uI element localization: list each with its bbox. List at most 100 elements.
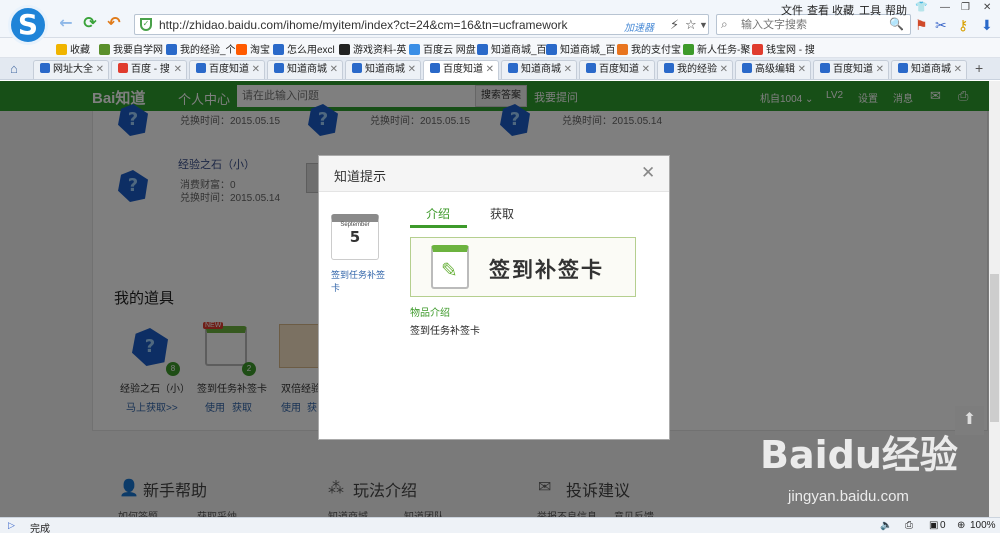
menu-file[interactable]: 文件 [781,2,803,18]
undo-icon[interactable]: ↶ [104,14,124,34]
browser-tab[interactable]: 网址大全 ✕ [33,60,109,79]
back-icon[interactable]: ← [56,14,76,34]
calendar-day: 5 [349,228,361,246]
site-icon [546,44,557,55]
bookmark-item[interactable]: 游戏资料-英 [339,41,406,56]
close-window-icon[interactable]: ✕ [983,2,991,13]
bookmark-item[interactable]: 新人任务-聚 [683,41,750,56]
calendar-icon: September 5 [331,214,379,260]
close-tab-icon[interactable]: ✕ [408,61,416,78]
paw-icon [352,63,362,73]
browser-tab-active[interactable]: 百度知道 ✕ [423,60,499,80]
browser-tab[interactable]: 高级编辑 ✕ [735,60,811,79]
key-icon[interactable]: ⚷ [958,17,968,34]
bookmarks-bar: 收藏 我要自学网 我的经验_个 淘宝 怎么用excl 游戏资料-英 百度云 网盘… [0,38,1000,58]
chevron-down-icon[interactable]: ▼ [699,20,708,30]
new-tab-icon[interactable]: + [975,60,983,76]
close-tab-icon[interactable]: ✕ [252,61,260,78]
card-image-title: 签到补签卡 [489,258,604,282]
search-icon: ⌕ [721,17,728,31]
bookmark-item[interactable]: 淘宝 [236,41,270,56]
menu-tools[interactable]: 工具 [859,2,881,18]
skin-icon[interactable]: 👕 [915,2,927,13]
browser-tab[interactable]: 百度知道 ✕ [189,60,265,79]
zoom-icon[interactable]: ⊕ [957,520,965,531]
lightning-icon[interactable]: ⚡ [670,17,679,33]
download-count: 0 [940,520,946,531]
scissors-icon[interactable]: ✂ [935,17,947,34]
paw-icon [508,63,518,73]
close-tab-icon[interactable]: ✕ [798,61,806,78]
browser-tab[interactable]: 百度知道 ✕ [579,60,655,79]
browser-tab[interactable]: 知道商城 ✕ [891,60,967,79]
close-icon[interactable]: ✕ [641,163,655,183]
tab-get[interactable]: 获取 [490,205,514,222]
browser-tab[interactable]: 百度 - 搜 ✕ [111,60,187,79]
browser-tab[interactable]: 知道商城 ✕ [267,60,343,79]
bookmark-item[interactable]: 我的经验_个 [166,41,236,56]
browser-tab[interactable]: 知道商城 ✕ [345,60,421,79]
minimize-icon[interactable]: — [940,2,950,13]
zoom-level[interactable]: 100% [970,520,996,531]
volume-icon[interactable]: 🔈 [880,520,892,531]
url-text[interactable]: http://zhidao.baidu.com/ihome/myitem/ind… [159,18,568,32]
bookmark-item[interactable]: 知道商城_百 [546,41,616,56]
tab-intro[interactable]: 介绍 [426,205,450,222]
bookmark-item[interactable]: 怎么用excl [273,41,335,56]
watermark-brand: Baidu经验 [760,433,958,477]
close-tab-icon[interactable]: ✕ [330,61,338,78]
bookmark-item[interactable]: 我的支付宝 [617,41,681,56]
close-tab-icon[interactable]: ✕ [642,61,650,78]
refresh-icon[interactable]: ⟳ [80,14,100,34]
scrollbar-thumb[interactable] [990,274,999,422]
close-tab-icon[interactable]: ✕ [96,61,104,78]
browser-logo: S [8,5,48,45]
signin-card-icon: ✎ [431,245,469,289]
site-icon [236,44,247,55]
close-tab-icon[interactable]: ✕ [486,61,494,78]
menu-favorites[interactable]: 收藏 [832,2,854,18]
close-tab-icon[interactable]: ✕ [174,61,182,78]
item-thumb-caption[interactable]: 签到任务补签卡 [331,269,391,295]
bookmark-item[interactable]: 钱宝网 - 搜 [752,41,815,56]
restore-icon[interactable]: ❐ [961,2,970,13]
sidebar-toggle-icon[interactable]: ▷ [8,520,15,531]
extension-icon[interactable]: ⚑ [915,17,928,34]
vertical-scrollbar[interactable] [989,81,1000,517]
browser-tab[interactable]: 我的经验 ✕ [657,60,733,79]
site-icon [477,44,488,55]
browser-search-input[interactable] [741,17,881,32]
address-bar[interactable]: ✓ http://zhidao.baidu.com/ihome/myitem/i… [134,14,709,35]
paw-icon [586,63,596,73]
menu-view[interactable]: 查看 [807,2,829,18]
close-tab-icon[interactable]: ✕ [720,61,728,78]
site-icon [339,44,350,55]
search-go-icon[interactable]: 🔍 [889,17,904,31]
download-status-icon[interactable]: ▣ [929,520,938,531]
close-tab-icon[interactable]: ✕ [876,61,884,78]
card-image: ✎ 签到补签卡 [410,237,636,297]
close-tab-icon[interactable]: ✕ [954,61,962,78]
security-shield-icon: ✓ [140,18,152,31]
bookmark-item[interactable]: 知道商城_百 [477,41,547,56]
browser-tab[interactable]: 知道商城 ✕ [501,60,577,79]
desc-heading: 物品介绍 [410,308,450,319]
download-icon[interactable]: ⬇ [981,17,993,34]
accelerator-label[interactable]: 加速器 [624,19,654,34]
dialog-title: 知道提示 [334,169,387,184]
browser-tab[interactable]: 百度知道 ✕ [813,60,889,79]
bookmark-item[interactable]: 百度云 网盘 [409,41,476,56]
globe-icon [40,63,50,73]
close-tab-icon[interactable]: ✕ [564,61,572,78]
paw-icon [430,63,440,73]
bookmark-item[interactable]: 我要自学网 [99,41,163,56]
paw-icon [196,63,206,73]
home-icon[interactable]: ⌂ [10,61,18,76]
watermark-url: jingyan.baidu.com [788,488,909,505]
star-icon[interactable]: ☆ [685,17,697,33]
screenshot-icon[interactable]: ⎙ [905,520,913,531]
menu-help[interactable]: 帮助 [885,2,907,18]
site-icon [752,44,763,55]
bookmark-item[interactable]: 收藏 [56,41,90,56]
site-icon [617,44,628,55]
